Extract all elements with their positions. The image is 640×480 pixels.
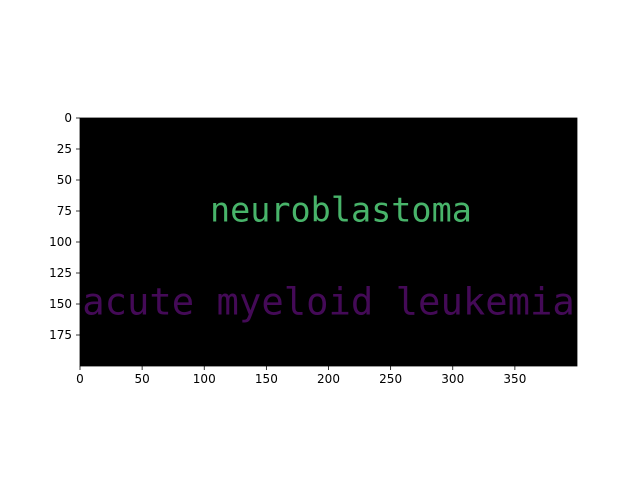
x-tick-label-300: 300	[441, 372, 464, 386]
x-tick-label-250: 250	[379, 372, 402, 386]
y-tick-label-100: 100	[49, 235, 72, 249]
word-label-0: neuroblastoma	[210, 191, 472, 230]
y-tick-label-25: 25	[57, 142, 72, 156]
x-tick-label-50: 50	[134, 372, 149, 386]
x-tick-label-200: 200	[317, 372, 340, 386]
x-tick-label-150: 150	[255, 372, 278, 386]
y-tick-label-150: 150	[49, 297, 72, 311]
x-tick-label-0: 0	[76, 372, 84, 386]
chart-figure: neuroblastoma acute myeloid leukemia 0 50 1…	[49, 111, 578, 386]
y-tick-label-175: 175	[49, 328, 72, 342]
y-tick-label-0: 0	[64, 111, 72, 125]
y-tick-label-125: 125	[49, 266, 72, 280]
y-tick-label-75: 75	[57, 204, 72, 218]
x-tick-label-350: 350	[503, 372, 526, 386]
word-label-1: acute myeloid leukemia	[82, 280, 575, 324]
x-tick-label-100: 100	[193, 372, 216, 386]
plot-background	[80, 118, 577, 366]
y-tick-label-50: 50	[57, 173, 72, 187]
plot-layer	[80, 118, 577, 366]
